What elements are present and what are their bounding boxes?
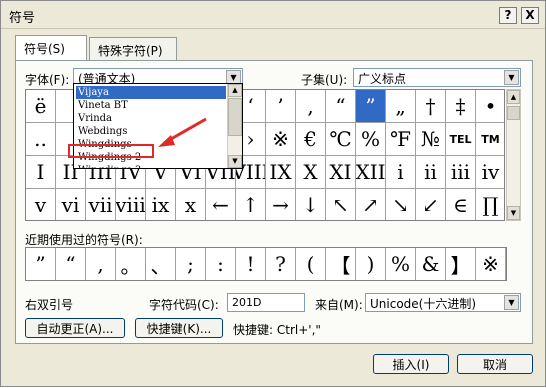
font-option-vineta-bt[interactable]: Vineta BT	[76, 99, 226, 112]
symbol-cell[interactable]: %	[356, 123, 386, 156]
symbol-cell[interactable]: →	[266, 189, 296, 220]
symbol-cell[interactable]: i	[386, 156, 416, 189]
symbol-cell[interactable]: I	[26, 156, 56, 189]
window-title: 符号	[9, 11, 36, 26]
recent-symbol[interactable]: ?	[266, 248, 296, 280]
chevron-down-icon[interactable]: ▼	[504, 295, 519, 310]
from-select[interactable]: Unicode(十六进制) ▼	[365, 293, 521, 312]
symbol-grid-scrollbar[interactable]: ▲ ▼	[506, 89, 521, 221]
symbol-cell[interactable]: X	[296, 156, 326, 189]
symbol-cell[interactable]: IX	[266, 156, 296, 189]
symbol-cell[interactable]: vi	[56, 189, 86, 220]
shortcut-button[interactable]: 快捷键(K)...	[135, 318, 223, 338]
symbol-cell[interactable]: viii	[116, 189, 146, 220]
recent-symbol[interactable]: %	[386, 248, 416, 280]
symbol-name: 右双引号	[25, 298, 74, 312]
subset-label: 子集(U):	[301, 73, 348, 87]
symbol-cell[interactable]: ↙	[416, 189, 446, 220]
recent-symbol[interactable]: ;	[176, 248, 206, 280]
symbol-cell[interactable]: ℉	[386, 123, 416, 156]
subset-select[interactable]: 广义标点 ▼	[353, 68, 521, 87]
recent-symbol[interactable]: ※	[476, 248, 506, 280]
symbol-cell[interactable]: iii	[446, 156, 476, 189]
symbol-cell[interactable]: №	[416, 123, 446, 156]
scroll-down-icon[interactable]: ▼	[507, 206, 520, 220]
symbol-cell[interactable]: ,	[296, 90, 326, 123]
scroll-thumb[interactable]	[228, 98, 242, 136]
font-option-wingdings-3[interactable]: Wingdings 3	[76, 164, 226, 168]
font-dropdown-scrollbar[interactable]: ▲ ▼	[227, 84, 242, 168]
autocorrect-button[interactable]: 自动更正(A)...	[25, 318, 125, 338]
recent-symbol[interactable]: 。	[116, 248, 146, 280]
symbol-cell[interactable]: ↗	[356, 189, 386, 220]
symbol-cell[interactable]: ↖	[326, 189, 356, 220]
recent-symbol[interactable]: 】	[446, 248, 476, 280]
char-code-label: 字符代码(C):	[149, 298, 219, 312]
chevron-down-icon[interactable]: ▼	[504, 70, 519, 85]
font-label: 字体(F):	[25, 73, 70, 87]
symbol-cell[interactable]: ℃	[326, 123, 356, 156]
from-value: Unicode(十六进制)	[370, 297, 477, 311]
help-button[interactable]: ?	[499, 7, 517, 24]
recent-symbol[interactable]: 、	[146, 248, 176, 280]
subset-value: 广义标点	[358, 72, 407, 86]
symbol-cell[interactable]: ë	[26, 90, 56, 123]
symbol-cell[interactable]: †	[416, 90, 446, 123]
scroll-down-icon[interactable]: ▼	[228, 155, 242, 168]
shortcut-text: 快捷键: Ctrl+',"	[233, 323, 321, 337]
recent-symbol[interactable]: (	[296, 248, 326, 280]
close-button[interactable]: X	[521, 7, 539, 24]
symbol-cell[interactable]: XII	[356, 156, 386, 189]
symbol-cell[interactable]: TM	[476, 123, 504, 156]
recent-symbol[interactable]: &	[416, 248, 446, 280]
recent-symbol[interactable]: ”	[26, 248, 56, 280]
recent-symbols-label: 近期使用过的符号(R):	[25, 233, 143, 247]
font-option-vrinda[interactable]: Vrinda	[76, 112, 226, 125]
symbol-cell[interactable]: ’	[266, 90, 296, 123]
symbol-cell[interactable]: ∈	[446, 189, 476, 220]
recent-symbol[interactable]: 【	[326, 248, 356, 280]
font-option-webdings[interactable]: Webdings	[76, 125, 226, 138]
scroll-thumb[interactable]	[507, 106, 520, 120]
insert-button[interactable]: 插入(I)	[373, 354, 449, 374]
selected-symbol-cell[interactable]: ”	[356, 90, 386, 123]
recent-symbol[interactable]: ,	[86, 248, 116, 280]
symbol-cell[interactable]: iv	[476, 156, 504, 189]
title-bar: 符号 ? X	[1, 1, 545, 29]
recent-symbol[interactable]: :	[206, 248, 236, 280]
recent-symbol[interactable]: )	[356, 248, 386, 280]
symbol-cell[interactable]: ..	[26, 123, 56, 156]
symbol-cell[interactable]: ↘	[386, 189, 416, 220]
scroll-up-icon[interactable]: ▲	[228, 84, 242, 97]
symbol-cell[interactable]: •	[476, 90, 504, 123]
symbol-cell[interactable]: ※	[266, 123, 296, 156]
tab-symbols[interactable]: 符号(S)	[15, 35, 87, 61]
symbol-dialog: 符号 ? X 符号(S) 特殊字符(P) 字体(F): (普通文本) ▼ 子集(…	[0, 0, 546, 387]
symbol-cell[interactable]: “	[326, 90, 356, 123]
from-label: 来自(M):	[315, 298, 363, 312]
symbol-cell[interactable]: x	[176, 189, 206, 220]
recent-symbols-row: ” “ , 。 、 ; : ! ? ( 【 ) % & 】 ※	[25, 247, 507, 281]
symbol-cell[interactable]: ii	[416, 156, 446, 189]
symbol-cell[interactable]: vii	[86, 189, 116, 220]
highlight-box	[68, 144, 154, 158]
scroll-up-icon[interactable]: ▲	[507, 90, 520, 104]
font-option-vijaya[interactable]: Vijaya	[76, 86, 226, 99]
symbol-cell[interactable]: €	[296, 123, 326, 156]
symbol-cell[interactable]: ix	[146, 189, 176, 220]
symbol-cell[interactable]: „	[386, 90, 416, 123]
tab-special-characters[interactable]: 特殊字符(P)	[89, 37, 177, 61]
symbol-cell[interactable]: XI	[326, 156, 356, 189]
symbol-cell[interactable]: ∏	[476, 189, 504, 220]
symbol-cell[interactable]: ↓	[296, 189, 326, 220]
symbol-cell[interactable]: ←	[206, 189, 236, 220]
symbol-cell[interactable]: ↑	[236, 189, 266, 220]
recent-symbol[interactable]: !	[236, 248, 266, 280]
symbol-cell[interactable]: ‡	[446, 90, 476, 123]
symbol-cell[interactable]: TEL	[446, 123, 476, 156]
cancel-button[interactable]: 取消	[457, 354, 533, 374]
char-code-input[interactable]: 201D	[227, 293, 305, 312]
symbol-cell[interactable]: v	[26, 189, 56, 220]
recent-symbol[interactable]: “	[56, 248, 86, 280]
